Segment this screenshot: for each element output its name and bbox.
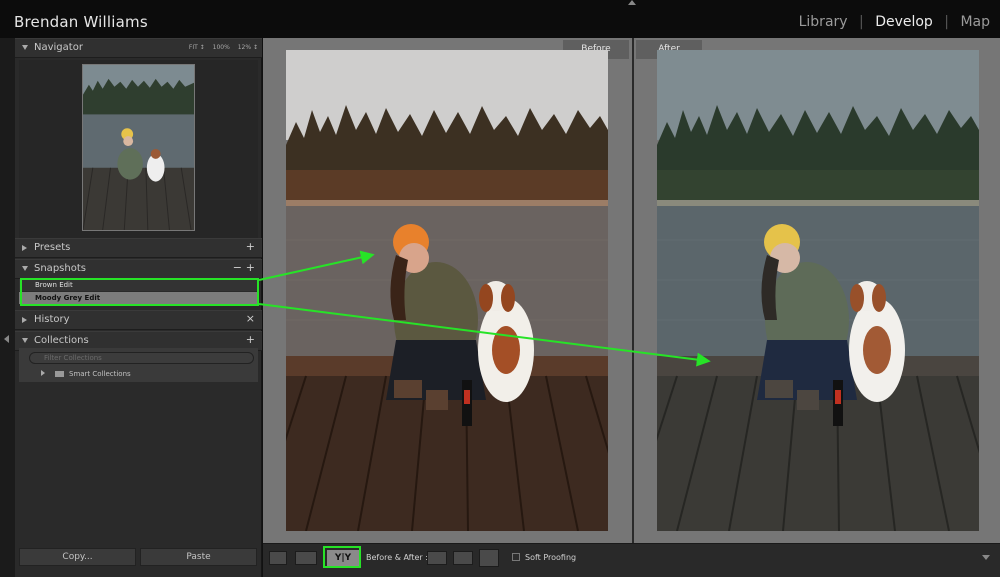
navigator-header[interactable]: Navigator FIT ↕ 100% 12% ↕ <box>15 38 262 58</box>
module-map[interactable]: Map <box>960 14 990 30</box>
smart-collections-item[interactable]: Smart Collections <box>41 370 131 378</box>
photo-thumbnail-icon <box>82 64 195 231</box>
add-collection-icon[interactable]: + <box>246 333 255 346</box>
copy-after-to-before-icon[interactable] <box>453 551 473 565</box>
before-after-view: Before After <box>263 38 1000 543</box>
navigator-preview[interactable] <box>19 60 258 238</box>
chevron-down-icon <box>22 45 28 50</box>
soft-proofing-label: Soft Proofing <box>525 553 577 562</box>
soft-proofing-checkbox[interactable] <box>512 553 520 561</box>
module-picker: Library | Develop | Map <box>799 14 990 30</box>
chevron-down-icon <box>22 338 28 343</box>
toolbar-options-dropdown-icon[interactable] <box>982 555 990 560</box>
navigator-zoom-options: FIT ↕ 100% 12% ↕ <box>183 44 258 51</box>
collapse-top-panel-icon[interactable] <box>628 0 636 5</box>
copy-button[interactable]: Copy... <box>19 548 136 566</box>
loupe-view-icon[interactable] <box>269 551 287 565</box>
zoom-100-option[interactable]: 100% <box>213 44 230 51</box>
snapshots-title: Snapshots <box>34 263 86 274</box>
after-photo[interactable] <box>657 50 979 531</box>
snapshots-header[interactable]: Snapshots − + <box>15 259 262 279</box>
left-panel-edge <box>0 38 15 577</box>
collections-title: Collections <box>34 335 89 346</box>
chevron-right-icon <box>22 317 27 323</box>
snapshots-highlight-box <box>20 278 259 306</box>
collapse-left-panel-icon[interactable] <box>4 335 9 343</box>
module-separator: | <box>944 14 949 30</box>
module-bar: Brendan Williams Library | Develop | Map <box>0 0 1000 38</box>
zoom-fit-option[interactable]: FIT ↕ <box>189 44 205 51</box>
identity-plate: Brendan Williams <box>14 13 148 31</box>
clear-history-icon[interactable]: × <box>246 312 255 325</box>
before-after-label: Before & After : <box>366 553 428 562</box>
chevron-right-icon <box>22 245 27 251</box>
presets-header[interactable]: Presets + <box>15 238 262 258</box>
view-mode-highlight-box <box>323 546 361 568</box>
paste-button[interactable]: Paste <box>140 548 257 566</box>
toolbar: Y|Y Before & After : Soft Proofing <box>263 543 1000 577</box>
history-title: History <box>34 314 70 325</box>
remove-snapshot-icon[interactable]: − <box>233 261 242 274</box>
before-after-left-right-icon[interactable] <box>295 551 317 565</box>
add-snapshot-icon[interactable]: + <box>246 261 255 274</box>
module-develop[interactable]: Develop <box>875 14 933 30</box>
presets-title: Presets <box>34 242 71 253</box>
before-photo[interactable] <box>286 50 608 531</box>
view-divider <box>632 38 634 543</box>
filter-collections-input[interactable]: Filter Collections <box>29 352 254 364</box>
history-header[interactable]: History × <box>15 310 262 330</box>
swap-before-after-icon[interactable] <box>479 549 499 567</box>
folder-icon <box>55 371 64 377</box>
module-separator: | <box>859 14 864 30</box>
copy-before-to-after-icon[interactable] <box>427 551 447 565</box>
zoom-custom-option[interactable]: 12% ↕ <box>238 44 258 51</box>
chevron-right-icon <box>41 370 45 376</box>
chevron-down-icon <box>22 266 28 271</box>
left-panel: Navigator FIT ↕ 100% 12% ↕ Presets + Sna… <box>15 38 262 577</box>
navigator-title: Navigator <box>34 42 83 53</box>
smart-collections-label: Smart Collections <box>69 370 131 378</box>
module-library[interactable]: Library <box>799 14 848 30</box>
add-preset-icon[interactable]: + <box>246 240 255 253</box>
